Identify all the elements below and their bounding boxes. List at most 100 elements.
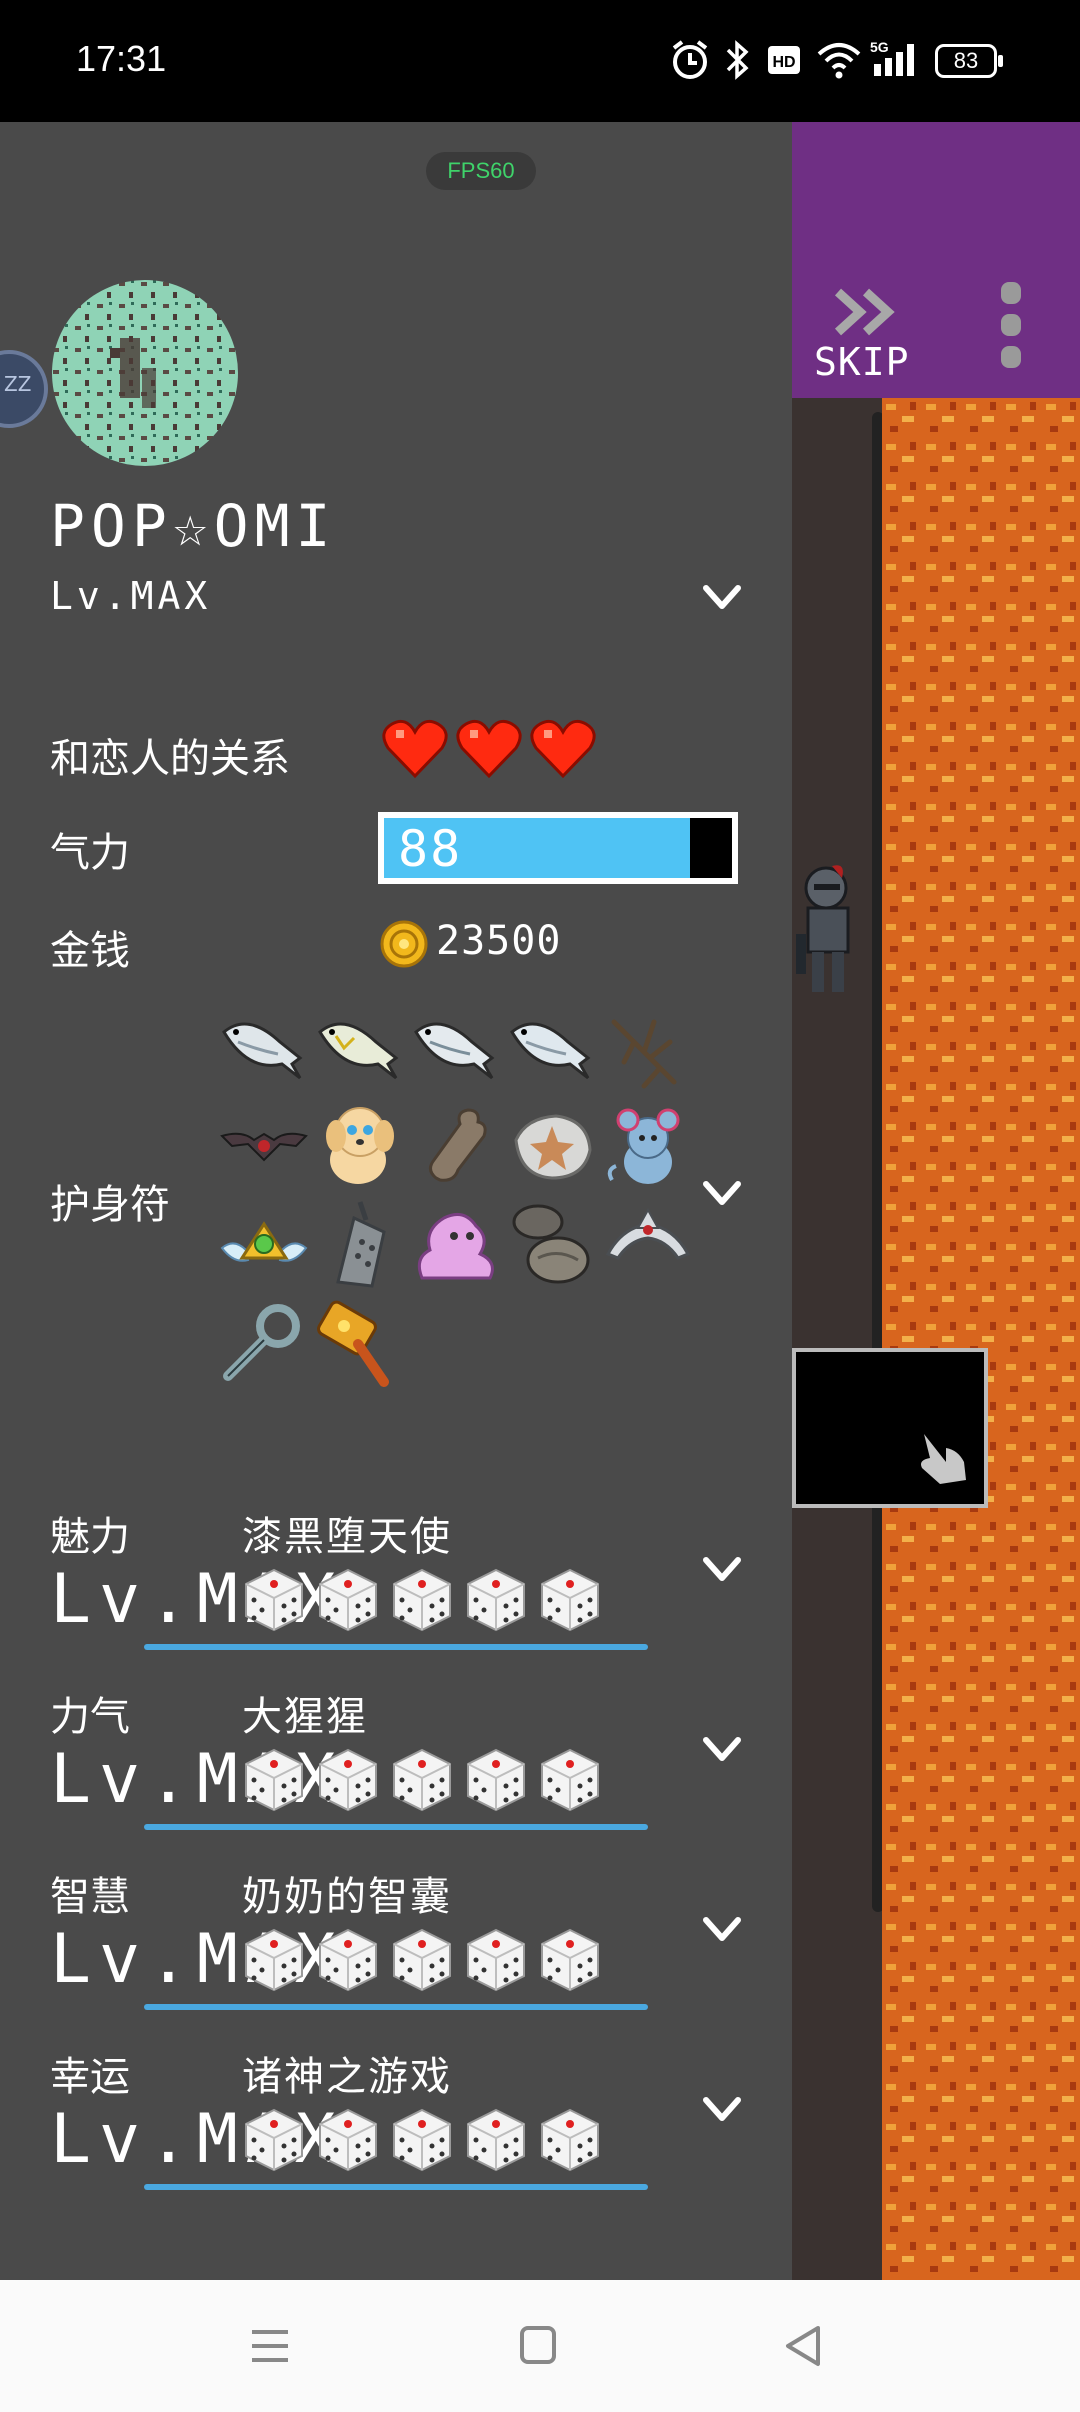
dice-icon	[393, 2108, 451, 2172]
status-bar: 17:31 HD 5G 83	[0, 0, 1080, 122]
grater-icon[interactable]	[314, 1198, 406, 1290]
battery-indicator: 83	[935, 44, 1003, 78]
skip-button[interactable]: SKIP	[814, 340, 910, 384]
stat-dice	[240, 1746, 604, 1814]
menu-icon[interactable]	[240, 2322, 300, 2370]
game-view[interactable]: SKIP	[792, 122, 1080, 2280]
dice-icon	[245, 1568, 303, 1632]
status-time: 17:31	[76, 38, 167, 79]
alarm-icon	[672, 40, 708, 79]
dice-icon	[319, 1748, 377, 1812]
game-menu-icon[interactable]	[997, 280, 1025, 396]
dice-icon	[393, 1928, 451, 1992]
stones-icon[interactable]	[506, 1198, 598, 1290]
blue-mouse-icon[interactable]	[602, 1100, 694, 1192]
fish-icon[interactable]	[218, 1002, 310, 1094]
coin-icon	[380, 920, 428, 968]
stat-dice	[240, 1566, 604, 1634]
knight-character	[796, 865, 850, 992]
stat-block: 幸运 诸神之游戏 Lv.MAX	[0, 2044, 792, 2214]
stat-title: 漆黑堕天使	[242, 1514, 452, 1560]
stat-underline	[144, 2184, 648, 2190]
chevron-down-icon[interactable]	[702, 584, 742, 612]
character-name: POP☆OMI	[50, 492, 337, 560]
dice-icon	[467, 1928, 525, 1992]
stat-name: 魅力	[50, 1514, 130, 1560]
dice-icon	[319, 2108, 377, 2172]
wifi-icon	[817, 43, 861, 79]
magnifier-icon[interactable]	[218, 1296, 310, 1388]
winged-gem-crown-icon[interactable]	[218, 1198, 310, 1290]
dice-icon	[467, 2108, 525, 2172]
chevron-down-icon[interactable]	[702, 1916, 742, 1944]
money-label: 金钱	[50, 928, 130, 974]
charms-label: 护身符	[50, 1182, 170, 1228]
chevron-down-icon[interactable]	[702, 1556, 742, 1584]
fps-counter: FPS60	[426, 152, 536, 190]
tap-hand-icon	[921, 1434, 966, 1484]
chevron-down-icon[interactable]	[702, 1180, 742, 1208]
golden-hammer-icon[interactable]	[314, 1296, 406, 1388]
heart-icon	[530, 719, 596, 779]
puppy-icon[interactable]	[314, 1100, 406, 1192]
signal-5g-icon: 5G	[870, 39, 914, 76]
lava-floor	[882, 398, 1080, 2280]
dice-icon	[467, 1748, 525, 1812]
dice-icon	[245, 2108, 303, 2172]
fish-icon[interactable]	[314, 1002, 406, 1094]
stat-title: 奶奶的智囊	[242, 1874, 452, 1920]
character-avatar	[52, 280, 238, 466]
hd-icon: HD	[768, 46, 800, 74]
stat-name: 力气	[50, 1694, 130, 1740]
stat-title: 大猩猩	[242, 1694, 368, 1740]
dice-icon	[541, 1928, 599, 1992]
stat-underline	[144, 1824, 648, 1830]
heart-icon	[382, 719, 448, 779]
dice-icon	[245, 1748, 303, 1812]
starfish-fossil-icon[interactable]	[506, 1100, 598, 1192]
stat-block: 智慧 奶奶的智囊 Lv.MAX	[0, 1864, 792, 2034]
chevron-down-icon[interactable]	[702, 1736, 742, 1764]
bat-icon[interactable]	[218, 1100, 310, 1192]
stamina-value: 88	[398, 820, 463, 878]
heart-icon	[456, 719, 522, 779]
dice-icon	[467, 1568, 525, 1632]
stamina-bar: 88	[378, 812, 738, 884]
stat-block: 魅力 漆黑堕天使 Lv.MAX	[0, 1504, 792, 1674]
svg-text:5G: 5G	[870, 39, 889, 55]
stamina-bar-track: 88	[384, 818, 732, 878]
pink-slime-icon[interactable]	[410, 1198, 502, 1290]
stat-dice	[240, 1926, 604, 1994]
game-top-bar: SKIP	[792, 122, 1080, 398]
dice-icon	[319, 1568, 377, 1632]
fish-icon[interactable]	[506, 1002, 598, 1094]
chevron-down-icon[interactable]	[702, 2096, 742, 2124]
stat-name: 幸运	[50, 2054, 130, 2100]
stamina-label: 气力	[50, 830, 130, 876]
dice-icon	[541, 2108, 599, 2172]
stat-name: 智慧	[50, 1874, 130, 1920]
skip-arrows-icon	[834, 288, 895, 336]
dice-icon	[393, 1748, 451, 1812]
battery-level: 83	[953, 48, 979, 73]
stat-dice	[240, 2106, 604, 2174]
sleep-tab-label: ZZ	[4, 372, 32, 396]
action-button-area[interactable]	[792, 1348, 988, 1508]
relationship-label: 和恋人的关系	[50, 736, 290, 782]
fish-icon[interactable]	[410, 1002, 502, 1094]
dice-icon	[319, 1928, 377, 1992]
branch-icon[interactable]	[604, 1002, 696, 1094]
character-level: Lv.MAX	[50, 574, 212, 618]
rock-wall	[792, 398, 882, 2280]
dice-icon	[245, 1928, 303, 1992]
dice-icon	[541, 1748, 599, 1812]
stat-underline	[144, 2004, 648, 2010]
stat-block: 力气 大猩猩 Lv.MAX	[0, 1684, 792, 1854]
home-square-icon[interactable]	[508, 2322, 568, 2370]
dice-icon	[393, 1568, 451, 1632]
dice-icon	[541, 1568, 599, 1632]
bluetooth-icon	[726, 40, 749, 80]
back-triangle-icon[interactable]	[774, 2322, 834, 2370]
tiara-icon[interactable]	[602, 1198, 694, 1290]
bone-icon[interactable]	[410, 1100, 502, 1192]
